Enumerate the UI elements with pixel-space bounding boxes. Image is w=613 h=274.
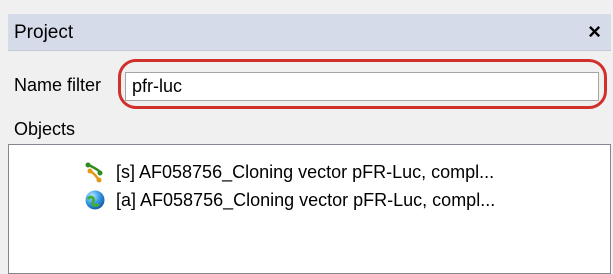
list-item[interactable]: [a] AF058756_Cloning vector pFR-Luc, com…: [84, 187, 495, 213]
list-item-label: [s] AF058756_Cloning vector pFR-Luc, com…: [116, 161, 495, 182]
project-panel: Project × Name filter Objects [s] AF0587…: [0, 0, 613, 274]
objects-list[interactable]: [s] AF058756_Cloning vector pFR-Luc, com…: [8, 144, 611, 274]
panel-title: Project: [14, 22, 74, 43]
list-item-label: [a] AF058756_Cloning vector pFR-Luc, com…: [116, 189, 496, 210]
panel-titlebar: Project ×: [8, 14, 611, 51]
name-filter-input[interactable]: [125, 72, 599, 101]
annotation-icon: [85, 190, 105, 210]
sequence-icon: [85, 162, 103, 183]
name-filter-label: Name filter: [14, 75, 102, 95]
list-item[interactable]: [s] AF058756_Cloning vector pFR-Luc, com…: [84, 159, 494, 185]
objects-label: Objects: [14, 119, 76, 139]
close-icon[interactable]: ×: [588, 19, 601, 45]
